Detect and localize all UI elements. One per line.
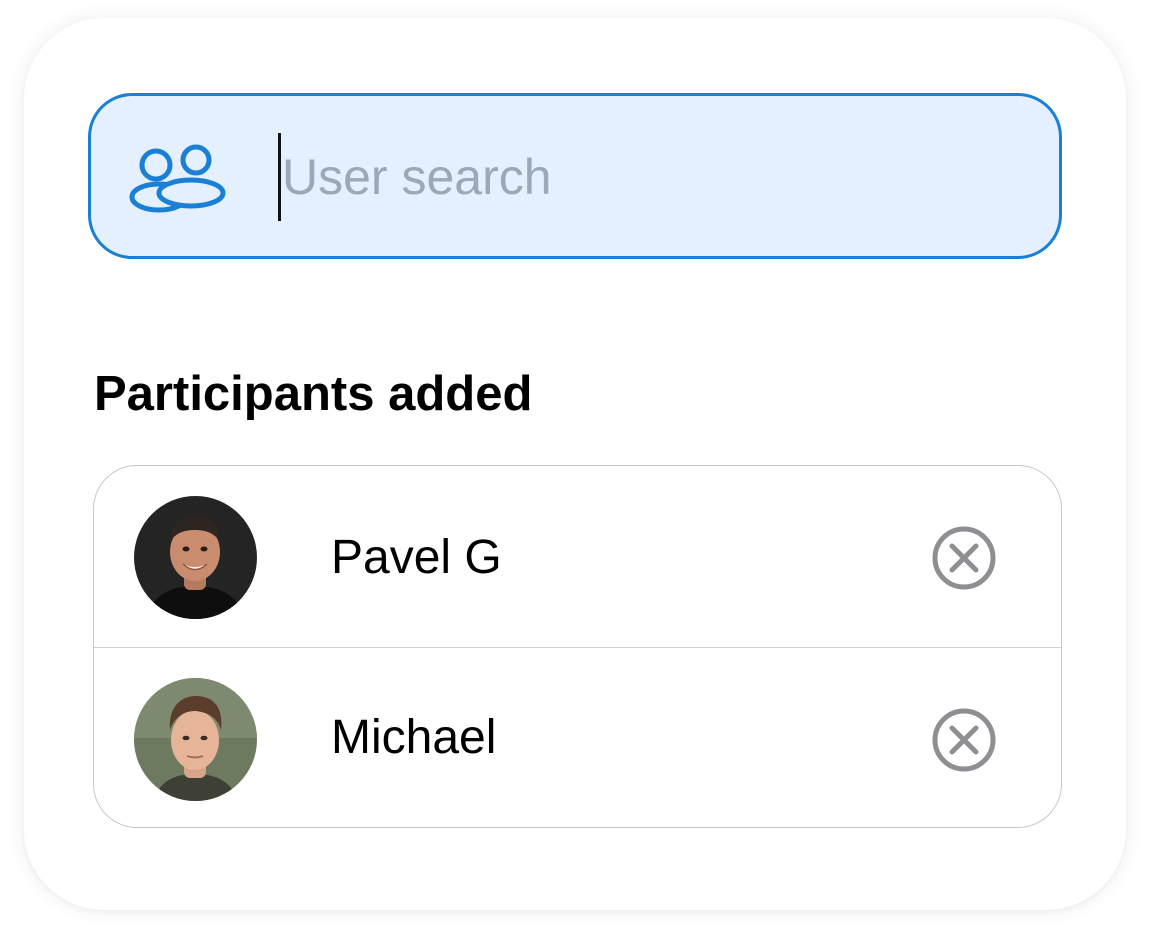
participants-list: Pavel G Michael [93,465,1062,828]
section-title: Participants added [94,367,533,421]
remove-participant-button[interactable] [930,706,998,774]
participant-row: Pavel G [94,466,1061,648]
search-input[interactable] [282,131,1022,223]
remove-participant-button[interactable] [930,524,998,592]
participant-name: Pavel G [331,531,502,584]
remove-circle-x-icon [932,708,996,772]
remove-circle-x-icon [932,526,996,590]
participant-name: Michael [331,711,497,764]
avatar [134,496,257,619]
user-search-field[interactable] [88,93,1062,259]
avatar [134,678,257,801]
text-caret [278,133,281,221]
participant-row: Michael [94,648,1061,827]
users-icon [128,142,228,216]
